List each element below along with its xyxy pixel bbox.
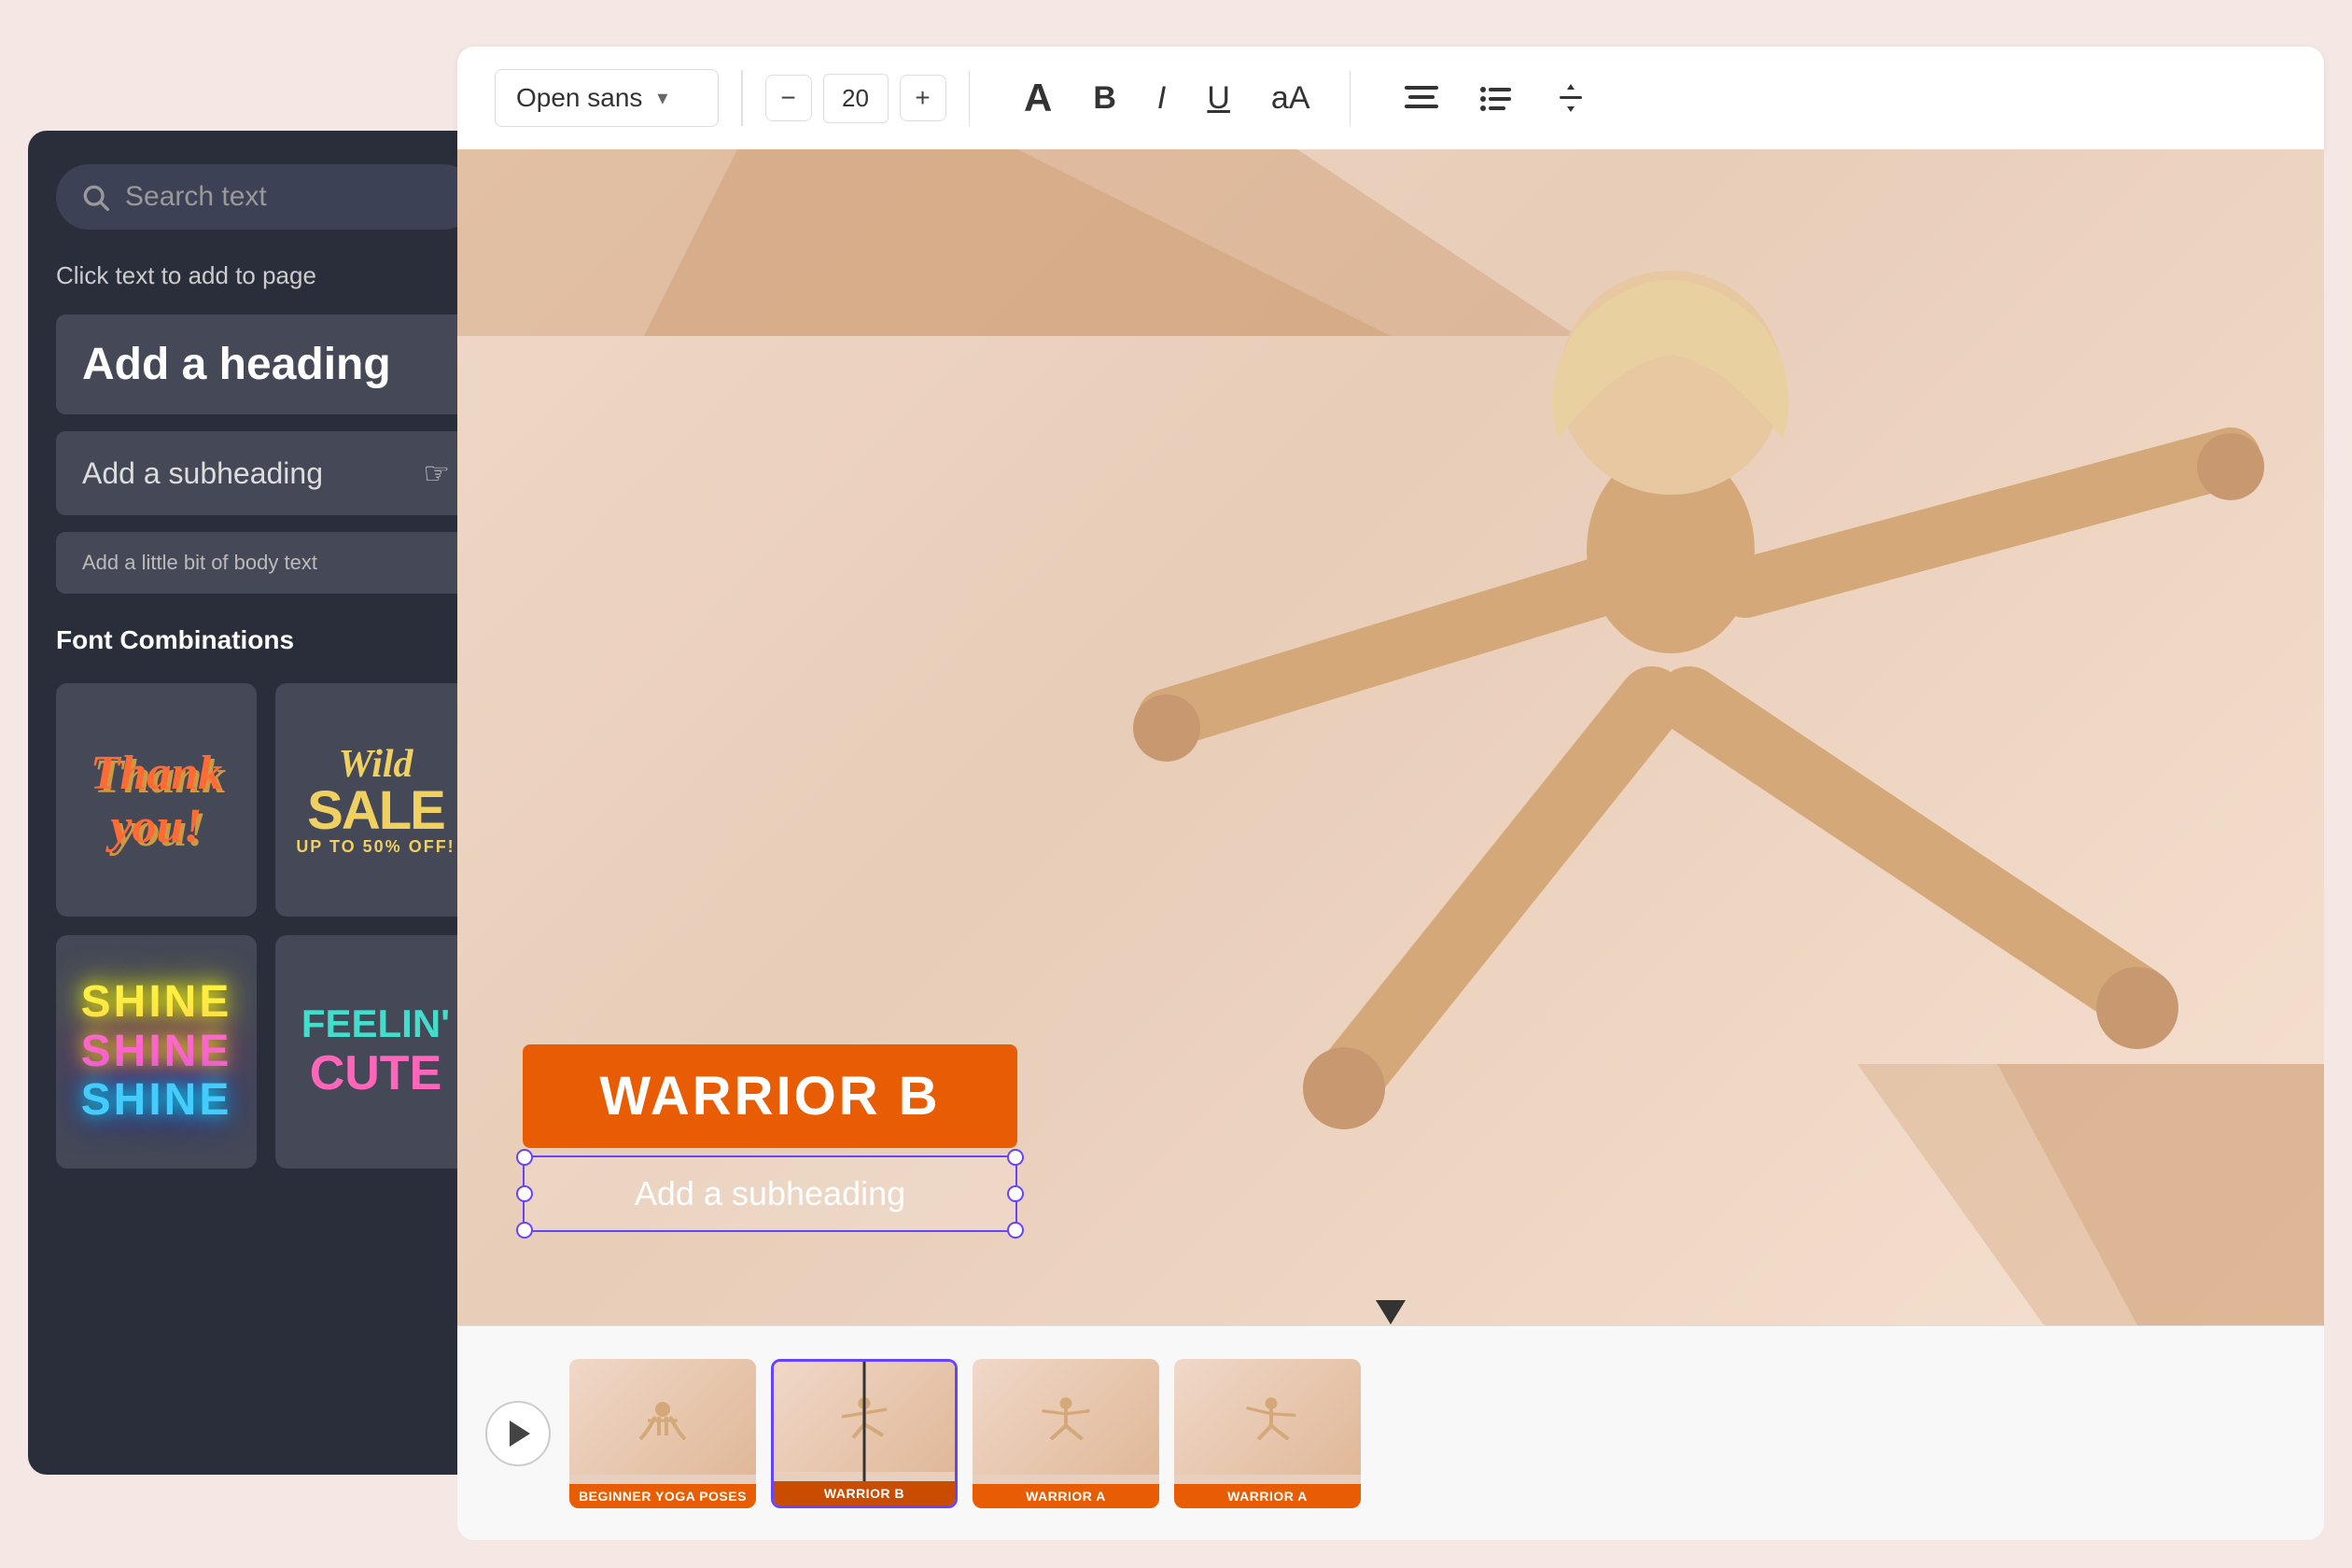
subheading-text: Add a subheading — [562, 1174, 978, 1213]
yoga-figure-svg — [1017, 149, 2324, 1325]
thumb-bg-2 — [774, 1362, 955, 1472]
canvas-text-block: WARRIOR B Add a subheading — [523, 1044, 1017, 1232]
font-combinations-title: Font Combinations — [56, 625, 476, 655]
handle-middle-right[interactable] — [1007, 1185, 1024, 1202]
handle-top-right[interactable] — [1007, 1149, 1024, 1166]
handle-top-left[interactable] — [516, 1149, 533, 1166]
list-icon — [1479, 84, 1513, 112]
handle-bottom-left[interactable] — [516, 1222, 533, 1239]
film-thumbs: BEGINNER YOGA POSES WARRIOR B — [569, 1359, 2296, 1508]
click-hint: Click text to add to page — [56, 261, 476, 290]
toolbar-divider-1 — [741, 70, 743, 126]
add-heading-button[interactable]: Add a heading — [56, 315, 476, 414]
align-icon — [1405, 84, 1438, 112]
search-icon — [80, 182, 110, 212]
search-bar[interactable] — [56, 164, 476, 230]
spacing-icon — [1554, 81, 1588, 115]
thank-you-text: Thankyou! — [91, 747, 223, 853]
thumb-yoga-3 — [1029, 1393, 1103, 1440]
font-card-feelin-cute[interactable]: FEELIN' CUTE — [275, 935, 476, 1169]
canvas-area: WARRIOR B Add a subheading — [457, 149, 2324, 1325]
toolbar-divider-3 — [1350, 70, 1351, 126]
thumb-yoga-1 — [625, 1393, 700, 1440]
left-panel: Click text to add to page Add a heading … — [28, 131, 504, 1475]
thumb-label-3: WARRIOR A — [973, 1484, 1159, 1508]
handle-bottom-right[interactable] — [1007, 1222, 1024, 1239]
search-input[interactable] — [125, 181, 452, 213]
thumb-yoga-4 — [1230, 1393, 1305, 1440]
film-thumb-2[interactable]: WARRIOR B — [771, 1359, 958, 1508]
feelin-container: FEELIN' CUTE — [301, 1002, 450, 1101]
font-size-input[interactable] — [823, 74, 889, 123]
font-size-control: − + — [765, 74, 946, 123]
yoga-image — [1017, 149, 2324, 1325]
timeline-pointer — [1376, 1300, 1406, 1324]
alignment-group — [1388, 72, 1604, 124]
font-card-shine[interactable]: SHINE SHINE SHINE — [56, 935, 257, 1169]
font-selector[interactable]: Open sans ▾ — [495, 69, 719, 127]
wild-sale-container: Wild SALE UP TO 50% OFF! — [296, 745, 455, 855]
film-thumb-1[interactable]: BEGINNER YOGA POSES — [569, 1359, 756, 1508]
bold-button[interactable]: B — [1076, 71, 1133, 126]
toolbar-divider-2 — [969, 70, 971, 126]
font-dropdown-icon: ▾ — [657, 86, 667, 110]
case-button[interactable]: aA — [1254, 71, 1327, 126]
font-size-large-button[interactable]: A — [1007, 66, 1069, 130]
font-grid: Thankyou! Wild SALE UP TO 50% OFF! SHINE… — [56, 683, 476, 1169]
thumb-label-1: BEGINNER YOGA POSES — [569, 1484, 756, 1508]
text-format-group: A B I U aA — [1007, 66, 1327, 130]
font-size-decrease-button[interactable]: − — [765, 75, 812, 121]
thumb-bg-3 — [973, 1359, 1159, 1475]
film-thumb-4[interactable]: WARRIOR A — [1174, 1359, 1361, 1508]
underline-button[interactable]: U — [1190, 71, 1247, 126]
canvas-image: WARRIOR B Add a subheading — [457, 149, 2324, 1325]
thumb-bg-4 — [1174, 1359, 1361, 1475]
spacing-button[interactable] — [1537, 72, 1604, 124]
warrior-title[interactable]: WARRIOR B — [560, 1065, 980, 1127]
cursor-icon: ☞ — [423, 455, 450, 491]
handle-middle-left[interactable] — [516, 1185, 533, 1202]
film-thumb-3[interactable]: WARRIOR A — [973, 1359, 1159, 1508]
top-toolbar: Open sans ▾ − + A B I U aA — [457, 47, 2324, 149]
warrior-bg: WARRIOR B — [523, 1044, 1017, 1148]
subheading-selected-block[interactable]: Add a subheading — [523, 1155, 1017, 1232]
font-card-wild-sale[interactable]: Wild SALE UP TO 50% OFF! — [275, 683, 476, 917]
italic-button[interactable]: I — [1141, 71, 1183, 126]
play-icon — [510, 1421, 530, 1447]
thumb-label-2: WARRIOR B — [774, 1481, 955, 1505]
add-subheading-button[interactable]: Add a subheading ☞ — [56, 431, 476, 515]
add-body-text-button[interactable]: Add a little bit of body text — [56, 532, 476, 594]
align-button[interactable] — [1388, 75, 1455, 121]
font-size-increase-button[interactable]: + — [900, 75, 946, 121]
list-button[interactable] — [1463, 75, 1530, 121]
play-button[interactable] — [485, 1401, 551, 1466]
font-name-label: Open sans — [516, 83, 642, 113]
thumb-bg-1 — [569, 1359, 756, 1475]
shine-container: SHINE SHINE SHINE — [81, 978, 232, 1126]
font-card-thank-you[interactable]: Thankyou! — [56, 683, 257, 917]
thumb-label-4: WARRIOR A — [1174, 1484, 1361, 1508]
filmstrip: BEGINNER YOGA POSES WARRIOR B — [457, 1325, 2324, 1540]
